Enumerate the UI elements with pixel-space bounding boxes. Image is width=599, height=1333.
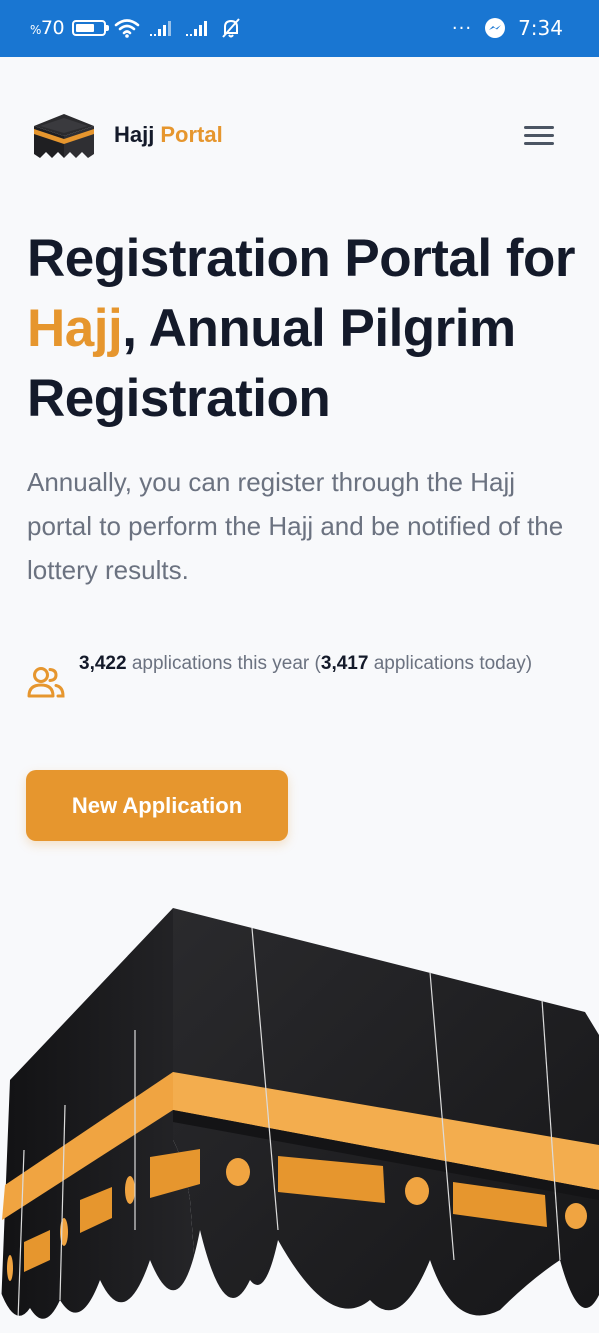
page-title: Registration Portal for Hajj, Annual Pil… bbox=[27, 224, 587, 434]
title-line-1: Registration Portal for bbox=[27, 229, 576, 288]
clock: 7:34 bbox=[518, 16, 563, 40]
overflow-dots: ··· bbox=[451, 17, 473, 39]
battery-icon bbox=[72, 20, 110, 36]
wifi-icon bbox=[114, 19, 140, 38]
signal-icon bbox=[186, 21, 208, 36]
count-today: 3,417 bbox=[320, 653, 369, 674]
kaaba-illustration bbox=[0, 908, 599, 1333]
users-icon bbox=[27, 667, 65, 698]
hamburger-menu-icon[interactable] bbox=[518, 120, 558, 152]
status-right: ··· 7:34 bbox=[452, 14, 563, 42]
messenger-icon bbox=[485, 18, 506, 38]
new-application-button[interactable]: New Application bbox=[26, 770, 288, 841]
count-year: 3,422 bbox=[79, 653, 127, 674]
status-left: %70 bbox=[30, 14, 242, 42]
status-bar: %70 ··· 7:34 bbox=[0, 0, 599, 57]
signal-icon bbox=[150, 21, 172, 36]
label-today: applications today) bbox=[368, 653, 533, 674]
stats-text: 3,422 applications this year (3,417 appl… bbox=[79, 646, 559, 682]
label-year: applications this year ( bbox=[126, 653, 321, 674]
bell-off-icon bbox=[222, 18, 240, 38]
brand-name[interactable]: Hajj Portal bbox=[114, 122, 223, 148]
title-accent: Hajj bbox=[27, 299, 123, 358]
brand-name-part2: Portal bbox=[160, 122, 223, 147]
battery-percent: %70 bbox=[30, 17, 65, 39]
hero-description: Annually, you can register through the H… bbox=[27, 467, 564, 585]
kaaba-logo-icon[interactable] bbox=[32, 112, 96, 160]
brand-name-part1: Hajj bbox=[114, 122, 155, 147]
